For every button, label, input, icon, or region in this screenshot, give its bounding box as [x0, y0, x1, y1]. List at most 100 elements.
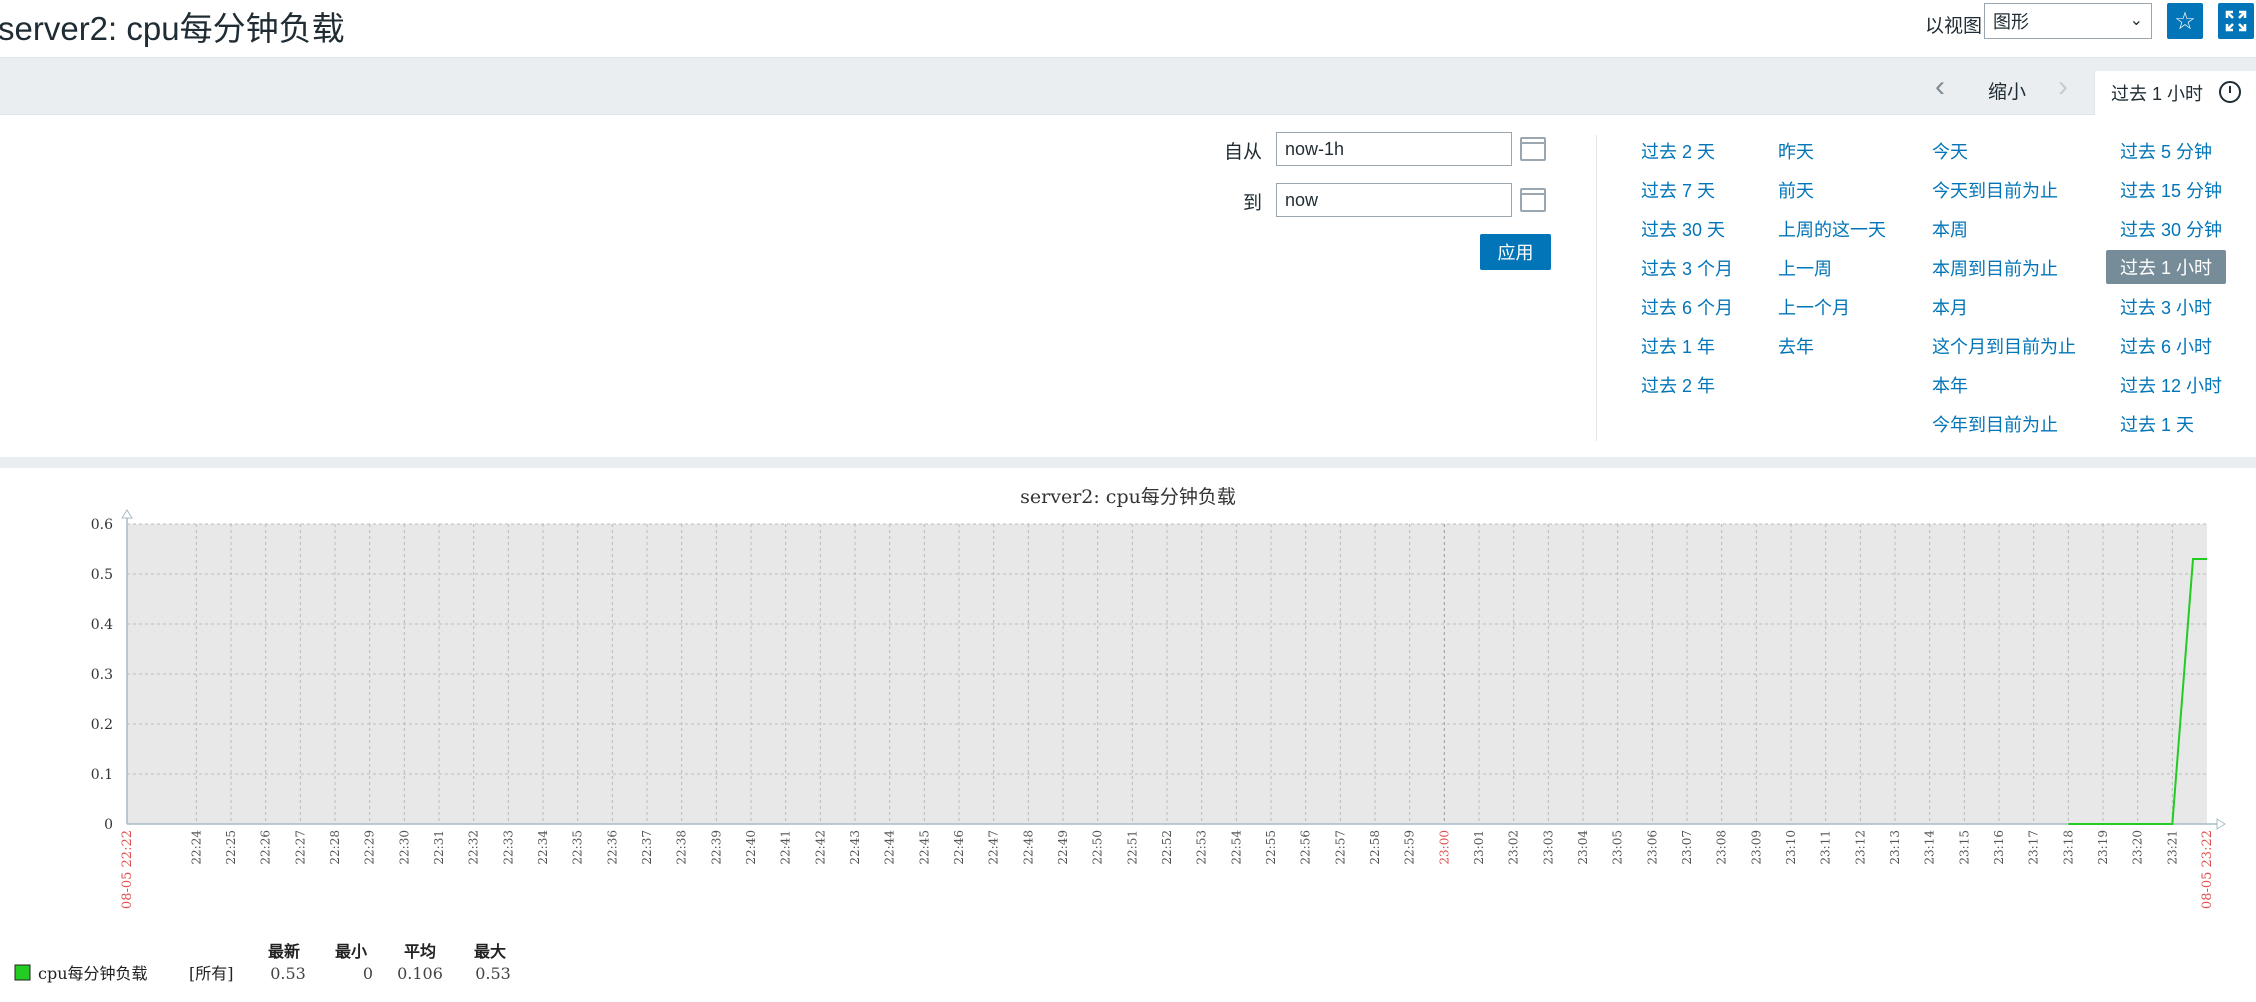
x-tick-label: 22:41	[779, 830, 793, 865]
tab-time-range[interactable]: 过去 1 小时	[2094, 71, 2256, 117]
calendar-icon[interactable]	[1520, 188, 1546, 212]
quick-range-link[interactable]: 过去 1 天	[2120, 411, 2194, 437]
x-tick-label: 23:10	[1784, 830, 1798, 865]
quick-range-link[interactable]: 过去 3 小时	[2120, 294, 2212, 320]
quick-range-link[interactable]: 过去 6 个月	[1641, 294, 1733, 320]
y-tick-label: 0	[104, 817, 113, 833]
page-title: server2: cpu每分钟负载	[0, 10, 345, 47]
quick-range-link[interactable]: 过去 5 分钟	[2120, 138, 2212, 164]
quick-range-link[interactable]: 昨天	[1778, 138, 1814, 164]
quick-range-link[interactable]: 过去 30 天	[1641, 216, 1725, 242]
x-tick-label: 23:03	[1541, 830, 1555, 865]
x-start-label: 08-05 22:22	[120, 830, 135, 909]
x-tick-label: 22:26	[259, 830, 273, 865]
x-tick-label: 23:06	[1645, 830, 1659, 865]
quick-range-link[interactable]: 前天	[1778, 177, 1814, 203]
x-tick-label: 22:49	[1056, 830, 1070, 865]
quick-range-link[interactable]: 今年到目前为止	[1932, 411, 2058, 437]
x-tick-label: 22:35	[571, 830, 585, 865]
from-label: 自从	[1224, 142, 1263, 163]
x-tick-label: 23:07	[1680, 830, 1694, 865]
x-tick-label: 23:18	[2061, 830, 2075, 865]
quick-range-link[interactable]: 过去 12 小时	[2120, 372, 2222, 398]
quick-range-link[interactable]: 过去 3 个月	[1641, 255, 1733, 281]
x-tick-label: 22:48	[1021, 830, 1035, 865]
legend-header: 最大	[474, 942, 506, 961]
chevron-down-icon: ⌄	[2129, 12, 2143, 29]
x-tick-label: 23:13	[1888, 830, 1902, 865]
quick-range-link[interactable]: 过去 15 分钟	[2120, 177, 2222, 203]
quick-range-link[interactable]: 这个月到目前为止	[1932, 333, 2076, 359]
x-tick-label: 22:42	[813, 830, 827, 865]
clock-icon	[2219, 81, 2241, 103]
quick-range-link[interactable]: 本月	[1932, 294, 1968, 320]
quick-range-link[interactable]: 本年	[1932, 372, 1968, 398]
quick-range-link[interactable]: 过去 2 天	[1641, 138, 1715, 164]
x-tick-label: 22:37	[640, 830, 654, 865]
quick-range-link[interactable]: 过去 7 天	[1641, 177, 1715, 203]
zoom-out-button[interactable]: 缩小	[1988, 77, 2026, 104]
x-tick-label: 23:15	[1957, 830, 1971, 865]
x-tick-label: 22:28	[328, 830, 342, 865]
x-tick-label: 22:57	[1333, 830, 1347, 865]
y-tick-label: 0.2	[91, 717, 113, 733]
quick-range-link[interactable]: 去年	[1778, 333, 1814, 359]
quick-range-link[interactable]: 上一个月	[1778, 294, 1850, 320]
view-select-value: 图形	[1993, 12, 2029, 32]
x-tick-label: 23:05	[1611, 830, 1625, 865]
quick-range-link[interactable]: 本周到目前为止	[1932, 255, 2058, 281]
x-tick-label: 22:47	[987, 830, 1001, 865]
quick-range-link[interactable]: 今天到目前为止	[1932, 177, 2058, 203]
x-tick-label: 22:54	[1229, 830, 1243, 865]
x-tick-label: 22:36	[605, 830, 619, 865]
x-tick-label: 23:08	[1715, 830, 1729, 865]
quick-range-link-selected[interactable]: 过去 1 小时	[2106, 250, 2227, 284]
x-axis-arrow	[2216, 818, 2226, 830]
quick-range-link[interactable]: 过去 30 分钟	[2120, 216, 2222, 242]
x-tick-label: 23:21	[2165, 830, 2179, 865]
x-tick-label: 23:16	[1992, 830, 2006, 865]
quick-range-link[interactable]: 过去 2 年	[1641, 372, 1715, 398]
graph-container: server2: cpu每分钟负载 0 0.1 0.2 0.3 0.4 0.5 0.6 22:…	[0, 468, 2256, 997]
x-tick-label: 22:58	[1368, 830, 1382, 865]
view-label: 以视图	[1925, 16, 1983, 37]
x-tick-label: 22:31	[432, 830, 446, 865]
fullscreen-icon	[2225, 10, 2247, 32]
view-select[interactable]: 图形 ⌄	[1984, 3, 2152, 39]
quick-range-link[interactable]: 本周	[1932, 216, 1968, 242]
apply-button[interactable]: 应用	[1480, 234, 1551, 270]
x-tick-label: 22:27	[293, 830, 307, 865]
quick-range-link[interactable]: 过去 6 小时	[2120, 333, 2212, 359]
star-icon: ☆	[2174, 7, 2196, 35]
x-tick-label: 23:00	[1437, 830, 1451, 865]
legend-header: 最小	[335, 942, 367, 961]
quick-range-link[interactable]: 过去 1 年	[1641, 333, 1715, 359]
time-tab-label: 过去 1 小时	[2111, 84, 2204, 104]
x-tick-label: 22:43	[848, 830, 862, 865]
y-tick-label: 0.1	[91, 767, 113, 783]
legend-series-name: cpu每分钟负载	[38, 964, 148, 983]
x-tick-label: 22:46	[952, 830, 966, 865]
to-input[interactable]: now	[1276, 183, 1512, 217]
quick-range-link[interactable]: 上周的这一天	[1778, 216, 1886, 242]
x-end-label: 08-05 23:22	[2200, 830, 2215, 909]
quick-range-link[interactable]: 今天	[1932, 138, 1968, 164]
y-axis-arrow	[121, 509, 133, 519]
favorite-button[interactable]: ☆	[2167, 3, 2203, 39]
fullscreen-button[interactable]	[2218, 3, 2254, 39]
y-tick-label: 0.5	[91, 567, 113, 583]
x-tick-label: 23:19	[2096, 830, 2110, 865]
legend-header: 平均	[404, 942, 436, 961]
time-filter-panel: 自从 now-1h 到 now	[0, 115, 2256, 458]
y-tick-label: 0.3	[91, 667, 113, 683]
chevron-left-icon[interactable]: ‹	[1935, 70, 1945, 104]
filter-tab-bar: ‹ 缩小 › 过去 1 小时	[0, 57, 2256, 117]
x-tick-label: 22:32	[467, 830, 481, 865]
x-tick-label: 22:25	[224, 830, 238, 865]
quick-range-link[interactable]: 上一周	[1778, 255, 1832, 281]
x-tick-label: 23:04	[1576, 830, 1590, 865]
calendar-icon[interactable]	[1520, 137, 1546, 161]
from-input[interactable]: now-1h	[1276, 132, 1512, 166]
chevron-right-icon[interactable]: ›	[2058, 70, 2068, 104]
legend-scope: [所有]	[189, 964, 234, 983]
